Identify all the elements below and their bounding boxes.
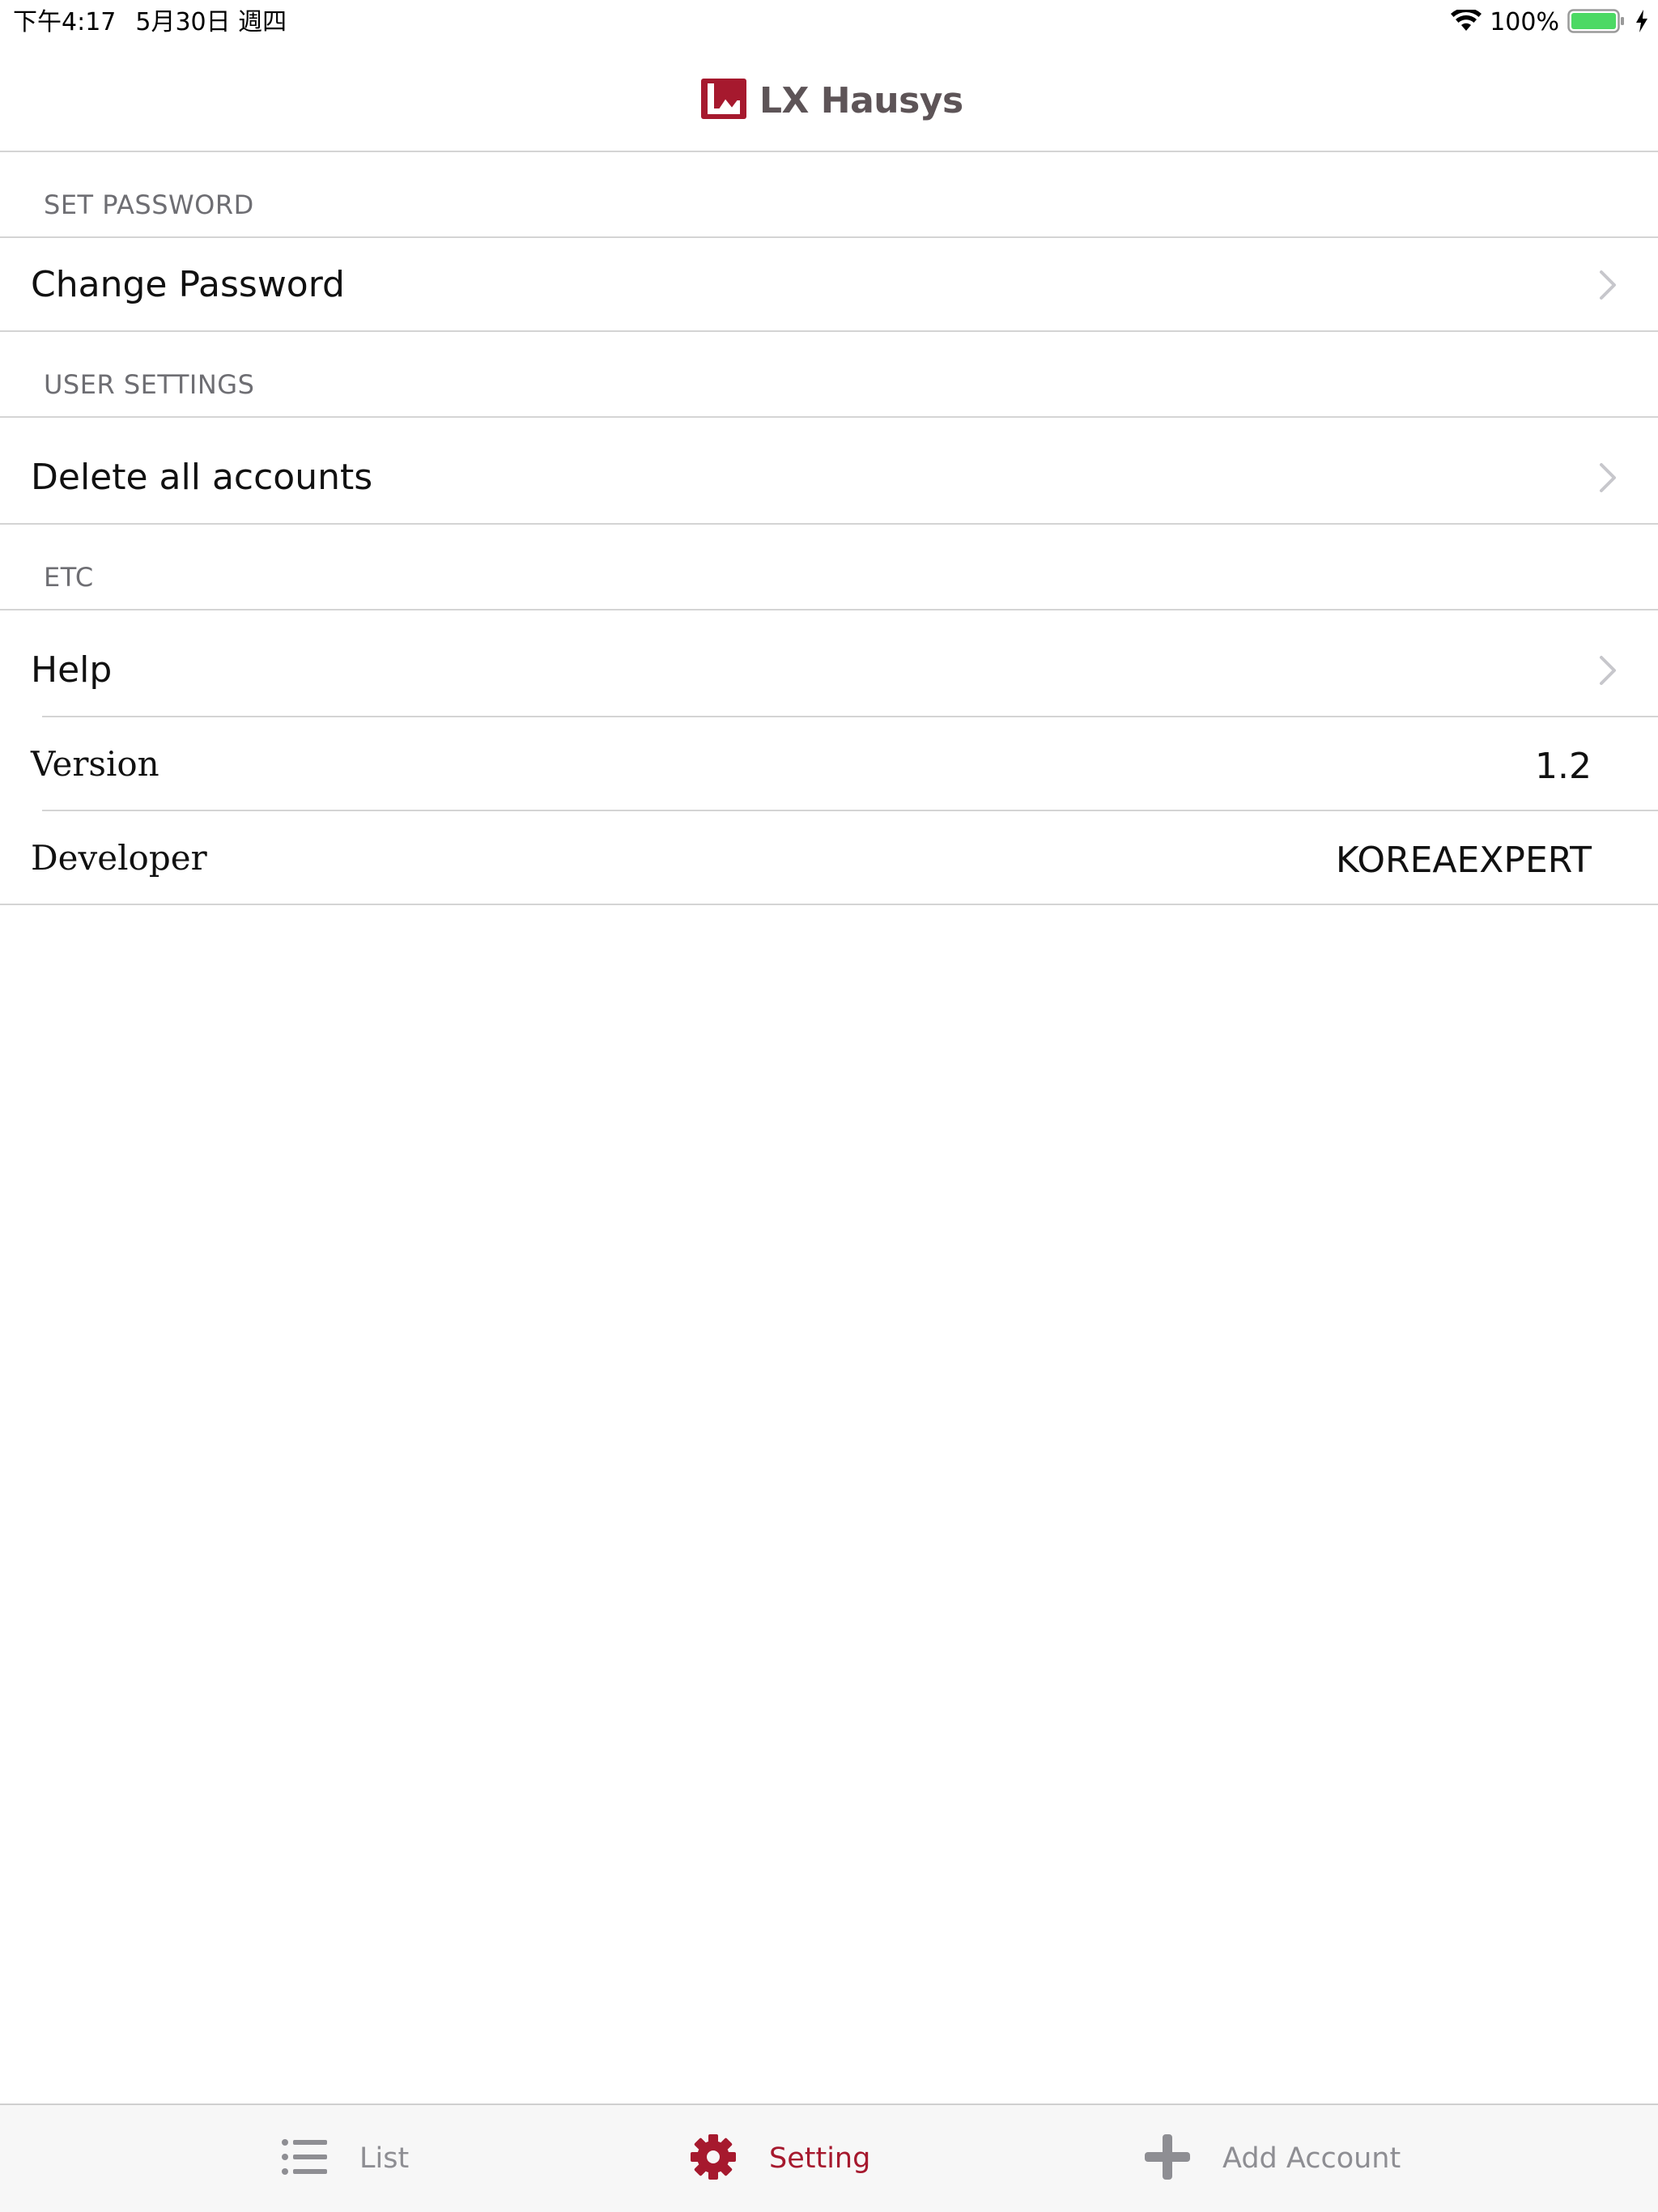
chevron-right-icon xyxy=(1598,269,1618,301)
wifi-icon xyxy=(1451,7,1482,36)
list-icon xyxy=(282,2138,327,2180)
developer-value: KOREAEXPERT xyxy=(1335,840,1592,881)
change-password-row[interactable]: Change Password xyxy=(0,238,1658,332)
status-date: 5月30日 週四 xyxy=(135,8,287,36)
section-header-set-password: SET PASSWORD xyxy=(0,152,1658,238)
tab-list[interactable]: List xyxy=(282,2105,409,2212)
row-label: Developer xyxy=(31,838,207,878)
app-header: LX Hausys xyxy=(0,45,1658,152)
tab-add-account[interactable]: Add Account xyxy=(1145,2105,1401,2212)
row-label: Delete all accounts xyxy=(31,457,373,498)
status-bar: 下午4:17 5月30日 週四 100% xyxy=(0,0,1658,45)
chevron-right-icon xyxy=(1598,462,1618,494)
status-time-date: 下午4:17 5月30日 週四 xyxy=(13,6,287,39)
section-header-etc: ETC xyxy=(0,525,1658,610)
tab-label: List xyxy=(359,2142,410,2175)
status-indicators: 100% xyxy=(1451,6,1648,39)
section-title: ETC xyxy=(44,562,94,593)
status-time: 下午4:17 xyxy=(13,8,117,36)
section-title: SET PASSWORD xyxy=(44,189,254,220)
tab-setting[interactable]: Setting xyxy=(690,2105,870,2212)
tab-label: Setting xyxy=(769,2142,871,2175)
battery-icon xyxy=(1567,8,1627,37)
row-divider xyxy=(0,904,1658,905)
tab-bar: List Setting Add Account xyxy=(0,2104,1658,2212)
gear-icon xyxy=(690,2133,737,2184)
tab-label: Add Account xyxy=(1222,2142,1401,2175)
row-label: Version xyxy=(31,744,159,784)
plus-icon xyxy=(1145,2134,1190,2183)
chevron-right-icon xyxy=(1598,654,1618,687)
version-value: 1.2 xyxy=(1535,746,1592,787)
lx-logo-icon xyxy=(701,79,746,122)
row-label: Change Password xyxy=(31,264,345,305)
section-header-user-settings: USER SETTINGS xyxy=(0,332,1658,418)
brand-logo: LX Hausys xyxy=(701,78,963,123)
help-row[interactable]: Help xyxy=(0,623,1658,717)
battery-percent: 100% xyxy=(1490,8,1559,36)
delete-all-accounts-row[interactable]: Delete all accounts xyxy=(0,431,1658,525)
version-row: Version 1.2 xyxy=(0,717,1658,811)
charging-bolt-icon xyxy=(1635,10,1648,36)
logo-text: LX Hausys xyxy=(759,79,963,121)
section-title: USER SETTINGS xyxy=(44,369,255,400)
developer-row: Developer KOREAEXPERT xyxy=(0,811,1658,905)
row-label: Help xyxy=(31,649,113,691)
